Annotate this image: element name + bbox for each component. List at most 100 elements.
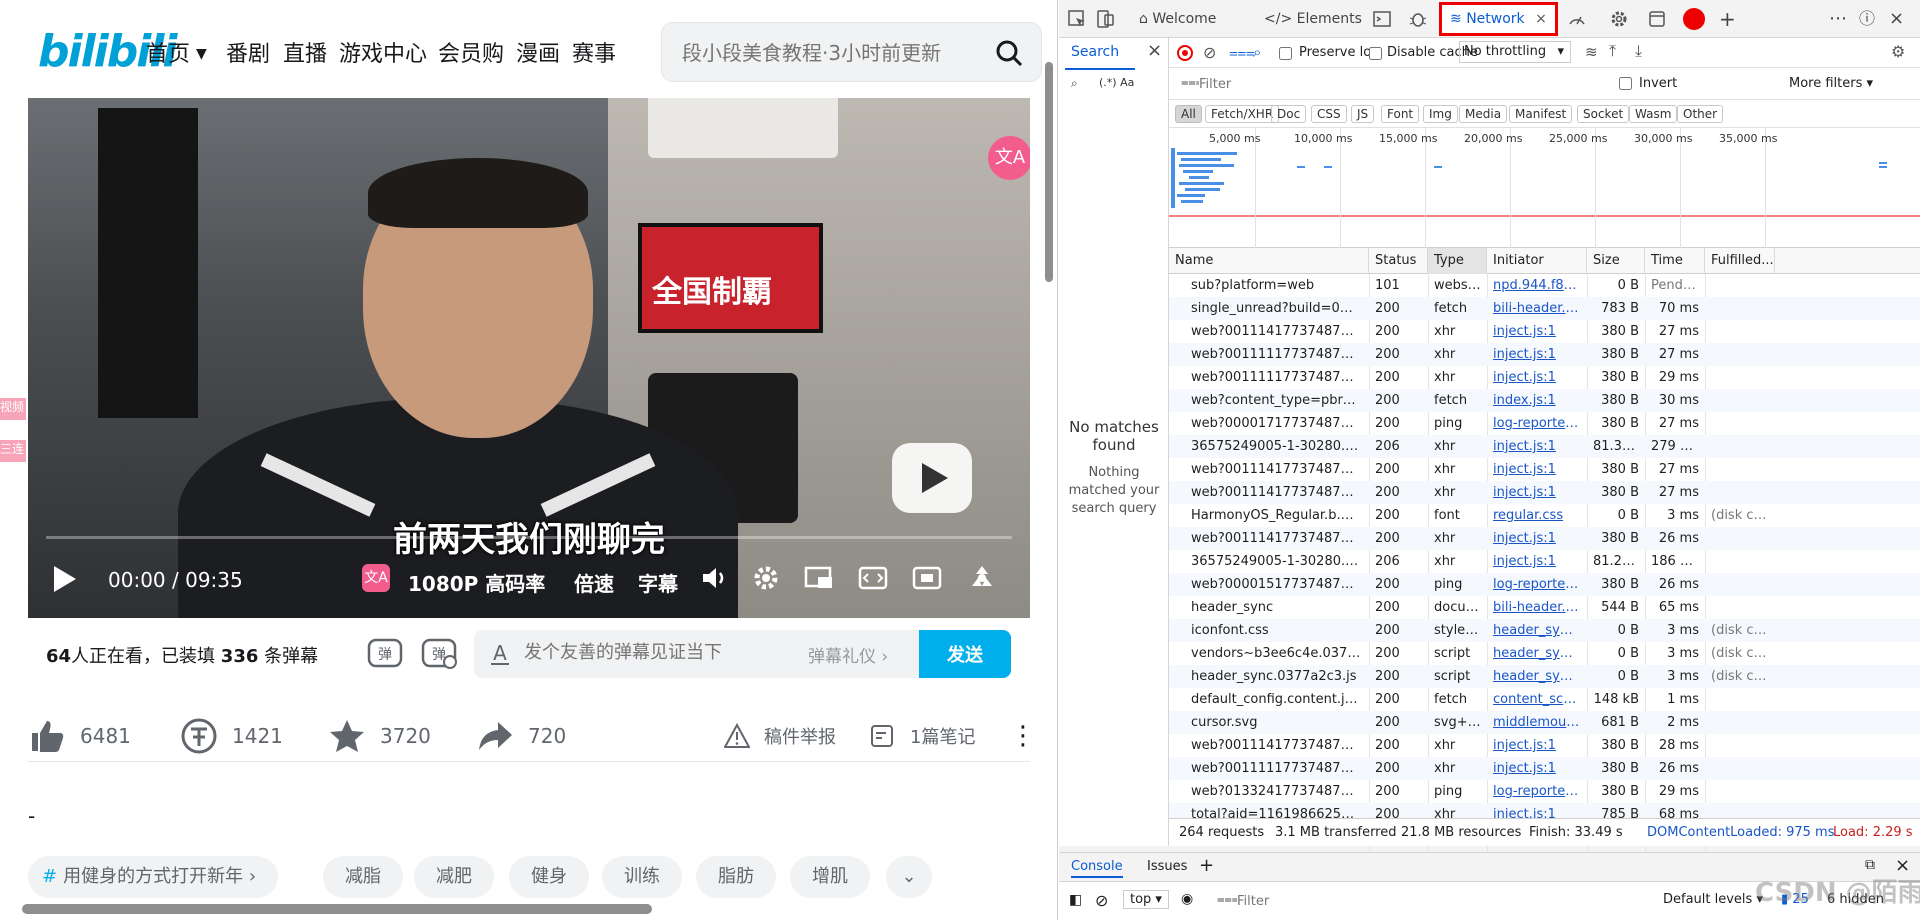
column-header-type[interactable]: Type (1428, 248, 1487, 274)
table-row[interactable]: default_config.content.json 200 fetch conte… (1169, 688, 1920, 711)
context-select[interactable]: top ▾ (1123, 890, 1169, 909)
type-filter-css[interactable]: CSS (1311, 105, 1347, 123)
table-row[interactable]: web?001114177374875594817... 200 xhr inject… (1169, 320, 1920, 343)
type-filter-doc[interactable]: Doc (1271, 105, 1307, 123)
search-options[interactable]: (.*) Aa (1099, 76, 1134, 89)
cell-initiator[interactable]: header_sync:11 (1493, 642, 1581, 665)
device-toolbar-icon[interactable] (1095, 9, 1115, 29)
table-row[interactable]: web?000015177374875678 0htt... 200 ping log… (1169, 573, 1920, 596)
site-search-input[interactable] (682, 39, 972, 67)
cell-initiator[interactable]: inject.js:1 (1493, 757, 1581, 780)
type-filter-socket[interactable]: Socket (1577, 105, 1630, 123)
cell-initiator[interactable]: inject.js:1 (1493, 366, 1581, 389)
ai-assistant-icon[interactable]: 文A (988, 136, 1030, 180)
cell-initiator[interactable]: middlemouse.js:52 (1493, 711, 1581, 734)
search-icon[interactable]: ⌕ (1253, 43, 1261, 61)
table-row[interactable]: 36575249005-1-30280.m4s?agr... 206 xhr inje… (1169, 550, 1920, 573)
tab-console[interactable]: Console (1071, 859, 1123, 878)
close-tab-icon[interactable]: × (1535, 11, 1547, 27)
throttling-select[interactable]: No throttling ▾ (1459, 41, 1571, 63)
invert-checkbox[interactable] (1619, 77, 1632, 90)
tag-item[interactable]: 增肌 (790, 856, 870, 898)
nav-home[interactable]: 首页 ▼ (146, 36, 207, 68)
cell-initiator[interactable]: inject.js:1 (1493, 550, 1581, 573)
danmaku-etiquette-link[interactable]: 弹幕礼仪 › (808, 642, 888, 667)
translate-icon[interactable]: 文A (362, 564, 390, 592)
record-icon[interactable] (1177, 45, 1193, 61)
cell-initiator[interactable]: content_script.js:48 (1493, 688, 1581, 711)
table-row[interactable]: web?001111177374875594917... 200 xhr inject… (1169, 366, 1920, 389)
cell-initiator[interactable]: inject.js:1 (1493, 481, 1581, 504)
type-filter-font[interactable]: Font (1381, 105, 1420, 123)
help-icon[interactable]: ⓘ (1859, 0, 1875, 38)
danmaku-toggle-icon[interactable]: 弹 (366, 634, 404, 672)
close-search-icon[interactable]: × (1147, 40, 1162, 61)
cell-initiator[interactable]: inject.js:1 (1493, 458, 1581, 481)
clear-console-icon[interactable]: ⊘ (1095, 891, 1108, 910)
log-levels-dropdown[interactable]: Default levels ▾ (1663, 892, 1763, 907)
tab-issues[interactable]: Issues (1147, 859, 1187, 874)
cell-initiator[interactable]: log-reporter.js:2 (1493, 412, 1581, 435)
table-row[interactable]: web?000017177374875604 7htt... 200 ping log… (1169, 412, 1920, 435)
video-player[interactable]: 全国制覇 文A 前两天我们刚聊完 00:00 / 09:35 文A 1080P … (28, 98, 1030, 618)
nav-live[interactable]: 直播 (283, 36, 327, 68)
table-row[interactable]: vendors~b3ee6c4e.0377a2c3.js 200 script hea… (1169, 642, 1920, 665)
clear-icon[interactable]: ⊘ (1203, 43, 1216, 62)
cell-initiator[interactable]: inject.js:1 (1493, 734, 1581, 757)
danmaku-input[interactable] (524, 642, 774, 663)
filter-funnel-icon[interactable]: ⩶ (1229, 43, 1255, 61)
more-filters-dropdown[interactable]: More filters ▾ (1789, 76, 1873, 91)
type-filter-other[interactable]: Other (1677, 105, 1724, 123)
tag-item[interactable]: 健身 (509, 856, 589, 898)
more-menu-icon[interactable]: ⋮ (1010, 716, 1036, 756)
console-icon[interactable] (1372, 9, 1392, 29)
cell-initiator[interactable]: inject.js:1 (1493, 527, 1581, 550)
side-pill-video[interactable]: 视频 (0, 398, 26, 420)
table-row[interactable]: web?001114177374875614917... 200 xhr inject… (1169, 481, 1920, 504)
close-devtools-icon[interactable]: × (1889, 0, 1904, 38)
nav-vip-shop[interactable]: 会员购 (438, 36, 504, 68)
coin-button[interactable]: 1421 (180, 716, 283, 756)
report-button[interactable]: 稿件举报 (724, 716, 836, 756)
more-menu-icon[interactable]: ⋯ (1829, 0, 1847, 38)
type-filter-manifest[interactable]: Manifest (1509, 105, 1573, 123)
speed-button[interactable]: 倍速 (574, 568, 614, 597)
nav-game-center[interactable]: 游戏中心 (339, 36, 427, 68)
table-row[interactable]: web?013324177374876594 2htt... 200 ping log… (1169, 780, 1920, 803)
type-filter-js[interactable]: JS (1351, 105, 1375, 123)
cell-initiator[interactable]: regular.css (1493, 504, 1581, 527)
quality-button[interactable]: 1080P 高码率 (408, 568, 545, 597)
progress-bar[interactable] (46, 536, 1012, 539)
table-row[interactable]: web?001114177374875636017... 200 xhr inject… (1169, 527, 1920, 550)
table-row[interactable]: sub?platform=web 101 websoc... npd.944.f803… (1169, 274, 1920, 297)
horizontal-scrollbar[interactable] (22, 904, 652, 914)
tab-network[interactable]: ≋ Network × (1439, 2, 1558, 36)
pip-icon[interactable] (804, 564, 834, 592)
table-row[interactable]: header_sync.0377a2c3.js 200 script header_s… (1169, 665, 1920, 688)
big-play-icon[interactable] (892, 443, 972, 513)
table-row[interactable]: header_sync 200 docume... bili-header.umd.j… (1169, 596, 1920, 619)
table-row[interactable]: cursor.svg 200 svg+xml middlemouse.js:52 681… (1169, 711, 1920, 734)
type-filter-wasm[interactable]: Wasm (1629, 105, 1678, 123)
network-settings-gear-icon[interactable]: ⚙ (1891, 42, 1905, 61)
column-header-status[interactable]: Status (1369, 248, 1428, 274)
cell-initiator[interactable]: log-reporter.js:2 (1493, 780, 1581, 803)
column-header-initiator[interactable]: Initiator (1487, 248, 1587, 274)
table-row[interactable]: 36575249005-1-30280.m4s?agr... 206 xhr inje… (1169, 435, 1920, 458)
cell-initiator[interactable]: inject.js:1 (1493, 320, 1581, 343)
search-input-icon[interactable]: ⌕ (1071, 76, 1078, 91)
nav-anime[interactable]: 番剧 (226, 36, 270, 68)
table-row[interactable]: web?001114177374875614817... 200 xhr inject… (1169, 458, 1920, 481)
cell-initiator[interactable]: npd.944.f803f8e9.j (1493, 274, 1581, 297)
network-conditions-icon[interactable]: ≋ (1585, 43, 1598, 61)
column-header-fulfilled[interactable]: Fulfilled... (1705, 248, 1775, 274)
nav-esports[interactable]: 赛事 (572, 36, 616, 68)
table-row[interactable]: web?001111177374876096317... 200 xhr inject… (1169, 757, 1920, 780)
tag-item[interactable]: 减脂 (323, 856, 403, 898)
gear-icon[interactable] (1609, 9, 1629, 29)
column-header-name[interactable]: Name (1169, 248, 1369, 274)
filter-input[interactable] (1199, 73, 1599, 95)
table-row[interactable]: web?content_type=pbrequest&... 200 fetch in… (1169, 389, 1920, 412)
column-header-size[interactable]: Size (1587, 248, 1645, 274)
notes-button[interactable]: 1篇笔记 (870, 716, 975, 756)
